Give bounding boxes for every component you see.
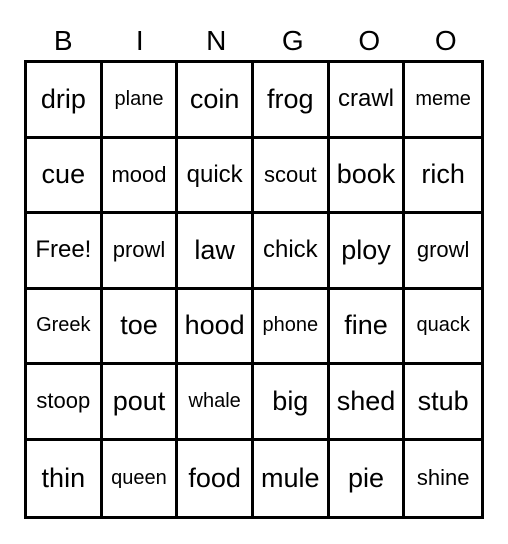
bingo-cell[interactable]: quack bbox=[405, 290, 481, 365]
bingo-cell[interactable]: meme bbox=[405, 63, 481, 139]
bingo-cell[interactable]: Greek bbox=[27, 289, 103, 365]
bingo-cell[interactable]: hood bbox=[178, 289, 254, 365]
bingo-header: B I N G O O bbox=[25, 22, 484, 60]
bingo-cell[interactable]: pie bbox=[330, 440, 406, 516]
header-letter: O bbox=[358, 25, 381, 56]
bingo-cell[interactable]: shed bbox=[329, 365, 406, 441]
header-letter: N bbox=[206, 25, 227, 56]
bingo-cell[interactable]: book bbox=[329, 138, 406, 214]
bingo-cell[interactable]: stub bbox=[405, 365, 481, 441]
bingo-cell[interactable]: frog bbox=[253, 63, 330, 139]
bingo-cell[interactable]: thin bbox=[27, 440, 103, 516]
header-letter: I bbox=[135, 25, 144, 56]
bingo-cell[interactable]: rich bbox=[405, 139, 481, 214]
bingo-cell[interactable]: drip bbox=[27, 63, 103, 139]
bingo-cell[interactable]: plane bbox=[102, 63, 179, 139]
bingo-cell[interactable]: big bbox=[253, 365, 330, 441]
bingo-cell[interactable]: chick bbox=[253, 214, 330, 290]
header-letter: B bbox=[53, 25, 73, 56]
bingo-cell[interactable]: quick bbox=[178, 138, 254, 214]
bingo-grid: drip plane coin frog crawl meme cue mood quick sc… bbox=[24, 60, 484, 519]
bingo-cell[interactable]: prowl bbox=[102, 214, 179, 290]
bingo-cell[interactable]: mood bbox=[102, 138, 179, 214]
bingo-cell[interactable]: queen bbox=[103, 440, 179, 516]
header-letter: O bbox=[434, 25, 457, 56]
bingo-cell[interactable]: toe bbox=[102, 289, 179, 365]
bingo-cell[interactable]: shine bbox=[405, 441, 481, 517]
bingo-cell[interactable]: scout bbox=[253, 138, 330, 214]
bingo-cell[interactable]: stoop bbox=[27, 365, 103, 441]
bingo-cell[interactable]: coin bbox=[178, 63, 254, 139]
free-space-cell[interactable]: Free! bbox=[27, 214, 103, 290]
bingo-cell[interactable]: phone bbox=[253, 289, 330, 365]
bingo-cell[interactable]: cue bbox=[27, 138, 103, 214]
bingo-cell[interactable]: whale bbox=[178, 365, 254, 441]
bingo-cell[interactable]: fine bbox=[329, 289, 406, 365]
header-letter: G bbox=[281, 25, 304, 56]
bingo-cell[interactable]: pout bbox=[102, 365, 179, 441]
bingo-cell[interactable]: crawl bbox=[329, 63, 406, 139]
bingo-cell[interactable]: law bbox=[178, 214, 254, 290]
bingo-cell[interactable]: ploy bbox=[329, 214, 406, 290]
bingo-cell[interactable]: food bbox=[178, 440, 254, 516]
bingo-cell[interactable]: mule bbox=[254, 440, 330, 516]
bingo-cell[interactable]: growl bbox=[405, 214, 481, 290]
